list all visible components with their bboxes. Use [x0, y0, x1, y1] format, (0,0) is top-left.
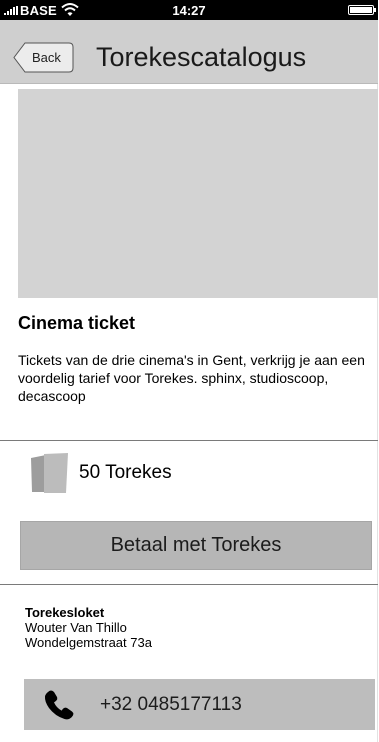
product-image-placeholder — [18, 89, 378, 298]
divider — [0, 440, 378, 441]
divider — [0, 584, 378, 585]
pay-button-label: Betaal met Torekes — [110, 534, 282, 556]
office-address: Wondelgemstraat 73a — [25, 635, 152, 650]
phone-screen: BASE 14:27 Back Torekescatalogus Cinema … — [0, 0, 378, 742]
navigation-bar: Back Torekescatalogus — [0, 20, 378, 84]
price-label: 50 Torekes — [79, 462, 172, 483]
office-contact-person: Wouter Van Thillo — [25, 620, 127, 635]
product-title: Cinema ticket — [18, 313, 136, 333]
status-time: 14:27 — [172, 3, 206, 18]
torekes-cards-icon — [31, 453, 68, 493]
page-title: Torekescatalogus — [96, 42, 307, 72]
back-button-label: Back — [32, 50, 61, 65]
office-name: Torekesloket — [25, 605, 105, 620]
call-phone-button[interactable]: +32 0485177113 — [24, 679, 375, 730]
phone-icon — [44, 690, 74, 720]
pay-with-torekes-button[interactable]: Betaal met Torekes — [20, 521, 372, 570]
phone-number: +32 0485177113 — [100, 694, 242, 715]
battery-full-icon — [348, 5, 376, 15]
product-description: Tickets van de drie cinema's in Gent, ve… — [18, 352, 365, 404]
status-bar: BASE 14:27 — [0, 0, 378, 20]
back-button[interactable]: Back — [13, 42, 74, 73]
